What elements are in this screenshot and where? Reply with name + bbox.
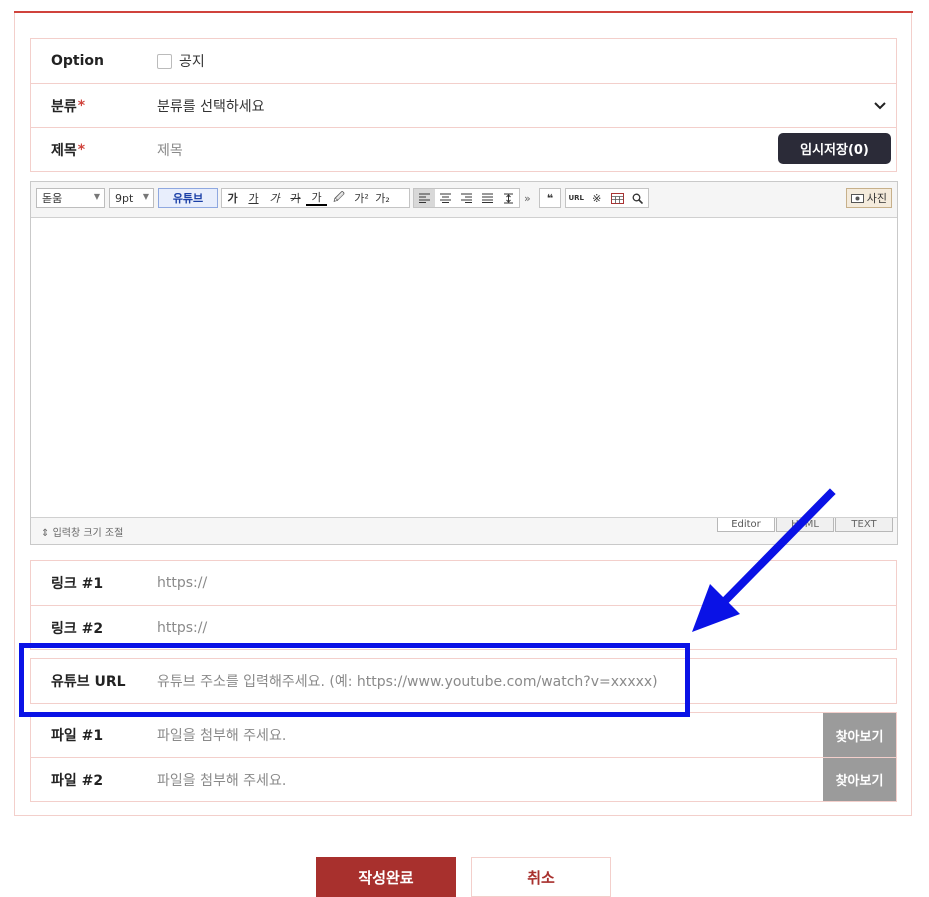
- insert-button-group: URL ※: [565, 188, 649, 208]
- align-justify-icon[interactable]: [477, 189, 498, 207]
- editor-toolbar: 돋움 ▼ 9pt ▼ 유튜브 가 가 가 가 가 🖉 가² 가₂ » ❝ URL ※: [31, 182, 897, 218]
- italic-icon[interactable]: 가: [264, 189, 285, 207]
- font-size-select[interactable]: 9pt ▼: [109, 188, 154, 208]
- title-row: 제목 * 제목 임시저장(0): [31, 127, 896, 171]
- table-icon[interactable]: [607, 189, 628, 207]
- notice-checkbox[interactable]: [157, 53, 172, 69]
- youtube-insert-button[interactable]: 유튜브: [158, 188, 218, 208]
- title-input[interactable]: 제목: [157, 128, 183, 171]
- file-2-row: 파일 #2 파일을 첨부해 주세요. 찾아보기: [31, 757, 896, 801]
- superscript-icon[interactable]: 가²: [351, 189, 372, 207]
- special-char-icon[interactable]: ※: [587, 189, 608, 207]
- submit-button[interactable]: 작성완료: [316, 857, 456, 897]
- option-row: Option 공지: [31, 39, 896, 83]
- file-1-label: 파일 #1: [51, 728, 104, 744]
- align-left-icon[interactable]: [414, 189, 435, 207]
- highlight-color-icon[interactable]: 🖉: [327, 189, 351, 207]
- chevron-down-icon[interactable]: [872, 97, 888, 113]
- more-tools-icon[interactable]: »: [524, 188, 534, 208]
- category-label: 분류 *: [51, 97, 86, 115]
- text-color-icon[interactable]: 가: [306, 190, 327, 206]
- option-label: Option: [51, 53, 104, 69]
- align-button-group: [413, 188, 520, 208]
- subscript-icon[interactable]: 가₂: [372, 189, 393, 207]
- annotation-arrow-icon: [692, 488, 836, 632]
- camera-icon: [850, 194, 864, 203]
- temp-save-button[interactable]: 임시저장(0): [778, 133, 891, 164]
- font-select[interactable]: 돋움 ▼: [36, 188, 105, 208]
- cancel-button[interactable]: 취소: [471, 857, 611, 897]
- format-button-group: 가 가 가 가 가 🖉 가² 가₂: [221, 188, 410, 208]
- category-row[interactable]: 분류 * 분류를 선택하세요: [31, 83, 896, 127]
- align-right-icon[interactable]: [456, 189, 477, 207]
- bold-icon[interactable]: 가: [222, 189, 243, 207]
- tab-text[interactable]: TEXT: [835, 518, 893, 532]
- form-header-table: Option 공지 분류 * 분류를 선택하세요 제목 * 제목 임시저장(0): [30, 38, 897, 172]
- editor-content-area[interactable]: [31, 218, 897, 518]
- file-2-browse-button[interactable]: 찾아보기: [823, 758, 896, 801]
- strikethrough-icon[interactable]: 가: [285, 189, 306, 207]
- file-2-input[interactable]: 파일을 첨부해 주세요.: [157, 758, 286, 801]
- files-table: 파일 #1 파일을 첨부해 주세요. 찾아보기 파일 #2 파일을 첨부해 주세…: [30, 712, 897, 802]
- title-label: 제목 *: [51, 141, 86, 159]
- align-center-icon[interactable]: [435, 189, 456, 207]
- highlight-box: [19, 643, 690, 717]
- photo-insert-button[interactable]: 사진: [845, 188, 892, 208]
- url-link-icon[interactable]: URL: [566, 189, 587, 207]
- link-1-label: 링크 #1: [51, 576, 104, 592]
- resize-handle[interactable]: ⇕ 입력창 크기 조절: [41, 524, 123, 539]
- category-select[interactable]: 분류를 선택하세요: [157, 84, 265, 127]
- line-height-icon[interactable]: [498, 189, 519, 207]
- link-1-input[interactable]: https://: [157, 561, 207, 605]
- quote-icon[interactable]: ❝: [539, 188, 561, 208]
- file-1-input[interactable]: 파일을 첨부해 주세요.: [157, 713, 286, 757]
- file-2-label: 파일 #2: [51, 772, 104, 789]
- search-icon[interactable]: [628, 189, 649, 207]
- notice-checkbox-wrap[interactable]: 공지: [157, 39, 205, 83]
- underline-icon[interactable]: 가: [243, 189, 264, 207]
- file-1-browse-button[interactable]: 찾아보기: [823, 713, 896, 757]
- notice-checkbox-label: 공지: [179, 54, 205, 70]
- file-1-row: 파일 #1 파일을 첨부해 주세요. 찾아보기: [31, 713, 896, 757]
